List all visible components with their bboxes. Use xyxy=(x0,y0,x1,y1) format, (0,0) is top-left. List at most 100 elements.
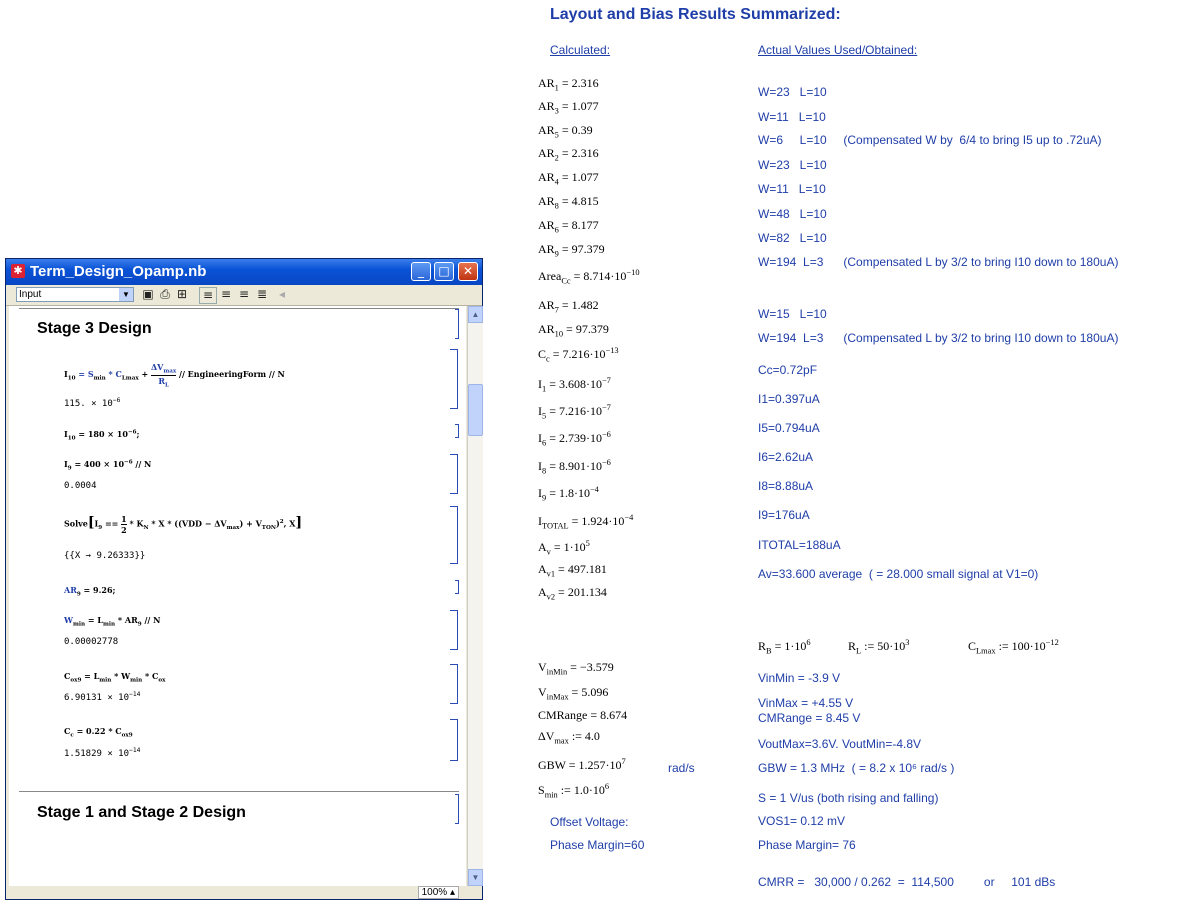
cell-bracket[interactable] xyxy=(450,664,458,704)
actual-header: Actual Values Used/Obtained: xyxy=(758,43,918,57)
cell-bracket[interactable] xyxy=(455,309,459,339)
cell-bracket[interactable] xyxy=(450,719,458,761)
actual-value: W=194 L=3 (Compensated L by 3/2 to bring… xyxy=(758,255,1119,269)
calculated-value: ITOTAL = 1.924·10−4 xyxy=(538,513,634,531)
mathematica-icon: ✱ xyxy=(11,264,25,278)
actual-value: I1=0.397uA xyxy=(758,392,820,406)
actual-value: W=194 L=3 (Compensated L by 3/2 to bring… xyxy=(758,331,1119,345)
cell-bracket[interactable] xyxy=(450,349,458,409)
chevron-down-icon[interactable]: ▼ xyxy=(119,288,133,301)
actual-value: I6=2.62uA xyxy=(758,450,814,464)
actual-value: W=23 L=10 xyxy=(758,85,827,99)
actual-value: W=11 L=10 xyxy=(758,182,826,196)
justify-icon[interactable]: ≣ xyxy=(254,287,270,302)
gbw-unit: rad/s xyxy=(668,761,695,775)
calculated-value: GBW = 1.257·107 xyxy=(538,757,626,772)
save-icon[interactable]: ▣ xyxy=(140,287,156,302)
actual-value: Phase Margin= 76 xyxy=(758,838,856,852)
actual-value: W=48 L=10 xyxy=(758,207,827,221)
cell-bracket[interactable] xyxy=(450,506,458,564)
output-cell-7: 6.90131 × 10−14 xyxy=(64,691,141,703)
calculated-value: AR2 = 2.316 xyxy=(538,146,599,163)
cell-bracket[interactable] xyxy=(450,454,458,494)
calculated-value: I9 = 1.8·10−4 xyxy=(538,485,599,503)
zoom-control[interactable]: 100% ▴ xyxy=(417,886,459,899)
actual-value: Cc=0.72pF xyxy=(758,363,818,377)
input-cell-solve[interactable]: Solve[I9 == 1 2 * KN * X * ((VDD − ΔVmax… xyxy=(64,514,302,535)
notebook-window: ✱ Term_Design_Opamp.nb _ □ ✕ Input ▼ ▣ ⎙… xyxy=(5,258,483,900)
close-button[interactable]: ✕ xyxy=(458,262,478,281)
calculated-value: ΔVmax := 4.0 xyxy=(538,729,600,746)
cell-bracket[interactable] xyxy=(455,794,459,824)
calculated-value: I1 = 3.608·10−7 xyxy=(538,376,611,394)
notebook-content[interactable]: Stage 3 Design I10 = Smin * CLmax + ΔVma… xyxy=(9,306,466,886)
calculated-value: AR10 = 97.379 xyxy=(538,322,609,339)
summary-title: Layout and Bias Results Summarized: xyxy=(550,6,841,23)
rb-param: RB = 1·106 xyxy=(758,638,811,656)
actual-value: I5=0.794uA xyxy=(758,421,820,435)
input-cell-cox9[interactable]: Cox9 = Lmin * Wmin * Cox xyxy=(64,671,165,684)
input-cell-ar9[interactable]: AR9 = 9.26; xyxy=(64,585,115,598)
section-stage1-2: Stage 1 and Stage 2 Design xyxy=(37,804,246,821)
calculated-value: AR6 = 8.177 xyxy=(538,218,599,235)
cell-bracket[interactable] xyxy=(455,424,459,438)
actual-value: VoutMax=3.6V. VoutMin=-4.8V xyxy=(758,737,922,751)
scroll-thumb[interactable] xyxy=(468,384,483,436)
calculated-header: Calculated: xyxy=(550,43,611,57)
actual-value: W=15 L=10 xyxy=(758,307,827,321)
toolbar: Input ▼ ▣ ⎙ ⊞ ≡ ≡ ≡ ≣ ◂ xyxy=(6,285,482,306)
calculated-value: Av1 = 497.181 xyxy=(538,562,607,579)
print-icon[interactable]: ⎙ xyxy=(157,287,173,302)
calculated-value: AR8 = 4.815 xyxy=(538,194,599,211)
output-cell-1: 115. × 10−6 xyxy=(64,397,121,409)
calculated-value: Smin := 1.0·106 xyxy=(538,782,610,800)
offset-voltage-label: Offset Voltage: xyxy=(550,815,629,829)
calculated-value: I8 = 8.901·10−6 xyxy=(538,458,611,476)
cl-param: CLmax := 100·10−12 xyxy=(968,638,1059,656)
actual-value: W=23 L=10 xyxy=(758,158,827,172)
calculated-value: Cc = 7.216·10−13 xyxy=(538,346,619,364)
input-cell-i9[interactable]: I9 = 400 × 10−6 // N xyxy=(64,459,151,472)
input-cell-cc[interactable]: Cc = 0.22 * Cox9 xyxy=(64,726,133,739)
input-cell-i10-formula[interactable]: I10 = Smin * CLmax + ΔVmax RL // Enginee… xyxy=(64,362,285,388)
minimize-button[interactable]: _ xyxy=(411,262,431,281)
output-cell-4: {{X → 9.26333}} xyxy=(64,551,146,561)
actual-value: VOS1= 0.12 mV xyxy=(758,814,846,828)
calculated-value: I5 = 7.216·10−7 xyxy=(538,403,611,421)
title-bar[interactable]: ✱ Term_Design_Opamp.nb _ □ ✕ xyxy=(6,259,482,285)
actual-value: CMRange = 8.45 V xyxy=(758,711,861,725)
align-center-icon[interactable]: ≡ xyxy=(218,287,234,302)
calculated-value: AR9 = 97.379 xyxy=(538,242,605,259)
input-cell-wmin[interactable]: Wmin = Lmin * AR9 // N xyxy=(64,615,160,628)
input-cell-i10-assign[interactable]: I10 = 180 × 10−6; xyxy=(64,429,139,442)
actual-value: I8=8.88uA xyxy=(758,479,814,493)
maximize-button[interactable]: □ xyxy=(434,262,454,281)
cell-divider xyxy=(19,791,459,792)
output-cell-3: 0.0004 xyxy=(64,481,97,491)
cell-bracket[interactable] xyxy=(450,610,458,650)
align-left-icon[interactable]: ≡ xyxy=(199,287,217,304)
calculated-value: CMRange = 8.674 xyxy=(538,708,628,722)
scroll-down-icon[interactable]: ▼ xyxy=(468,869,483,886)
vertical-scrollbar[interactable]: ▲ ▼ xyxy=(467,306,483,886)
style-dropdown[interactable]: Input ▼ xyxy=(16,287,134,302)
actual-value: I9=176uA xyxy=(758,508,810,522)
style-dropdown-value: Input xyxy=(19,289,42,300)
actual-value: ITOTAL=188uA xyxy=(758,538,841,552)
output-cell-8: 1.51829 × 10−14 xyxy=(64,747,141,759)
arrow-left-icon[interactable]: ◂ xyxy=(274,287,290,302)
cell-bracket[interactable] xyxy=(455,580,459,594)
cell-divider xyxy=(19,308,459,309)
status-bar: 100% ▴ xyxy=(9,886,481,899)
calculated-value: Av = 1·105 xyxy=(538,539,590,557)
actual-value: W=11 L=10 xyxy=(758,110,826,124)
properties-icon[interactable]: ⊞ xyxy=(174,287,190,302)
scroll-up-icon[interactable]: ▲ xyxy=(468,306,483,323)
window-title: Term_Design_Opamp.nb xyxy=(30,263,207,280)
calculated-value: AreaCc = 8.714·10−10 xyxy=(538,268,640,286)
actual-value: Av=33.600 average ( = 28.000 small signa… xyxy=(758,567,1039,581)
output-cell-6: 0.00002778 xyxy=(64,637,119,647)
align-right-icon[interactable]: ≡ xyxy=(236,287,252,302)
actual-value: VinMin = -3.9 V xyxy=(758,671,841,685)
actual-value: S = 1 V/us (both rising and falling) xyxy=(758,791,939,805)
